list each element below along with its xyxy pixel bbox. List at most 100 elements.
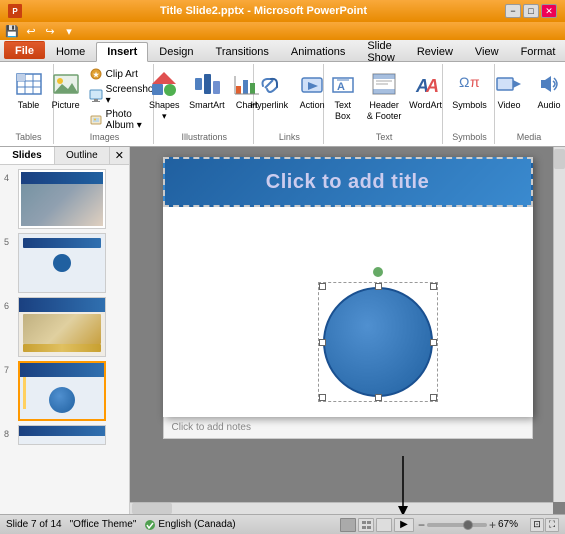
- slide-4-header: [21, 172, 103, 184]
- zoom-slider[interactable]: [427, 523, 487, 527]
- text-box-label: Text Box: [328, 100, 358, 122]
- minimize-button[interactable]: −: [505, 4, 521, 18]
- canvas-area[interactable]: Click to add title: [130, 147, 565, 514]
- smartart-icon: [191, 68, 223, 100]
- handle-bottom-right[interactable]: [430, 394, 437, 401]
- window-title: Title Slide2.pptx - Microsoft PowerPoint: [22, 5, 505, 17]
- notes-bar[interactable]: Click to add notes: [163, 417, 533, 439]
- window-controls: − □ ✕: [505, 4, 557, 18]
- sidebar: Slides Outline ✕ 4 5: [0, 147, 130, 514]
- slide-preview-6[interactable]: [18, 297, 106, 357]
- slide-preview-5[interactable]: [18, 233, 106, 293]
- zoom-in-button[interactable]: +: [489, 518, 496, 532]
- zoom-thumb[interactable]: [463, 520, 473, 530]
- maximize-button[interactable]: □: [523, 4, 539, 18]
- picture-icon: [50, 68, 82, 100]
- svg-text:A: A: [425, 76, 439, 96]
- audio-icon: [533, 68, 565, 100]
- wordart-button[interactable]: A A WordArt: [408, 66, 444, 113]
- text-box-button[interactable]: A Text Box: [325, 66, 361, 124]
- reading-view-button[interactable]: [376, 518, 392, 532]
- clip-art-label: Clip Art: [106, 69, 138, 80]
- slide-title-area[interactable]: Click to add title: [163, 157, 533, 207]
- hyperlink-button[interactable]: Hyperlink: [248, 66, 292, 113]
- screenshot-icon: [89, 88, 103, 102]
- slide-thumbnail-6[interactable]: 6: [4, 297, 125, 357]
- slideshow-button[interactable]: ▶: [394, 518, 414, 532]
- slide-thumbnail-8[interactable]: 8: [4, 425, 125, 445]
- wordart-icon: A A: [410, 68, 442, 100]
- slide-num-4: 4: [4, 169, 14, 183]
- table-button[interactable]: Table: [10, 66, 48, 113]
- tab-outline[interactable]: Outline: [55, 147, 110, 164]
- picture-label: Picture: [52, 100, 80, 111]
- handle-middle-right[interactable]: [430, 339, 437, 346]
- handle-top-right[interactable]: [430, 283, 437, 290]
- photo-album-icon: [89, 113, 103, 127]
- tab-review[interactable]: Review: [406, 41, 464, 61]
- tab-slideshow[interactable]: Slide Show: [356, 41, 406, 61]
- handle-rotate[interactable]: [373, 267, 383, 277]
- tab-transitions[interactable]: Transitions: [205, 41, 280, 61]
- handle-top-middle[interactable]: [375, 283, 382, 290]
- slide-canvas[interactable]: Click to add title: [163, 157, 533, 417]
- handle-bottom-left[interactable]: [319, 394, 326, 401]
- tab-home[interactable]: Home: [45, 41, 96, 61]
- tab-slides[interactable]: Slides: [0, 147, 55, 164]
- slide-num-7: 7: [4, 361, 14, 375]
- tab-animations[interactable]: Animations: [280, 41, 356, 61]
- slide-body[interactable]: [163, 207, 533, 417]
- tab-format[interactable]: Format: [510, 41, 565, 61]
- normal-view-button[interactable]: [340, 518, 356, 532]
- status-left: Slide 7 of 14 "Office Theme" English (Ca…: [6, 519, 332, 531]
- undo-button[interactable]: ↩: [23, 23, 39, 39]
- slide-preview-7[interactable]: [18, 361, 106, 421]
- action-label: Action: [300, 100, 325, 111]
- slide-info: Slide 7 of 14: [6, 519, 62, 531]
- header-footer-button[interactable]: Header & Footer: [363, 66, 406, 124]
- quick-access-toolbar: 💾 ↩ ↪ ▾: [0, 22, 565, 40]
- tab-file[interactable]: File: [4, 41, 45, 59]
- zoom-out-button[interactable]: −: [418, 518, 425, 532]
- slide-thumbnail-5[interactable]: 5: [4, 233, 125, 293]
- handle-middle-left[interactable]: [319, 339, 326, 346]
- close-button[interactable]: ✕: [541, 4, 557, 18]
- slide-sorter-button[interactable]: [358, 518, 374, 532]
- ribbon-group-links: Hyperlink Action Links: [256, 64, 325, 144]
- redo-button[interactable]: ↪: [42, 23, 58, 39]
- sidebar-close-button[interactable]: ✕: [110, 147, 129, 164]
- qat-dropdown[interactable]: ▾: [61, 23, 77, 39]
- audio-button[interactable]: Audio: [530, 66, 565, 113]
- slide-preview-8[interactable]: [18, 425, 106, 445]
- tab-view[interactable]: View: [464, 41, 510, 61]
- inserted-shape-container[interactable]: [323, 287, 433, 397]
- header-footer-label: Header & Footer: [366, 100, 403, 122]
- slide-thumbnail-4[interactable]: 4: [4, 169, 125, 229]
- handle-top-left[interactable]: [319, 283, 326, 290]
- slide-thumbnail-7[interactable]: 7: [4, 361, 125, 421]
- zoom-level: 67%: [498, 519, 526, 530]
- tab-insert[interactable]: Insert: [96, 42, 148, 62]
- vertical-scrollbar[interactable]: [553, 147, 565, 502]
- sidebar-tabs: Slides Outline ✕: [0, 147, 129, 165]
- smartart-button[interactable]: SmartArt: [187, 66, 227, 113]
- app-icon: P: [8, 4, 22, 18]
- handle-bottom-middle[interactable]: [375, 394, 382, 401]
- save-button[interactable]: 💾: [4, 23, 20, 39]
- ribbon: Table Tables Picture: [0, 62, 565, 147]
- picture-button[interactable]: Picture: [48, 66, 84, 113]
- slide-panel[interactable]: 4 5 6: [0, 165, 129, 514]
- fullscreen-button[interactable]: ⛶: [545, 518, 559, 532]
- symbols-button[interactable]: Ω π Symbols: [449, 66, 490, 113]
- video-button[interactable]: Video: [490, 66, 528, 113]
- slide-num-8: 8: [4, 425, 14, 439]
- fit-button[interactable]: ⊡: [530, 518, 544, 532]
- slide-preview-4[interactable]: [18, 169, 106, 229]
- symbols-icon: Ω π: [454, 68, 486, 100]
- shapes-button[interactable]: Shapes ▾: [144, 66, 186, 124]
- horizontal-scrollbar[interactable]: [130, 502, 553, 514]
- fit-controls: ⊡ ⛶: [530, 518, 559, 532]
- text-box-icon: A: [327, 68, 359, 100]
- status-right: ▶ − + 67% ⊡ ⛶: [340, 518, 559, 532]
- tab-design[interactable]: Design: [148, 41, 204, 61]
